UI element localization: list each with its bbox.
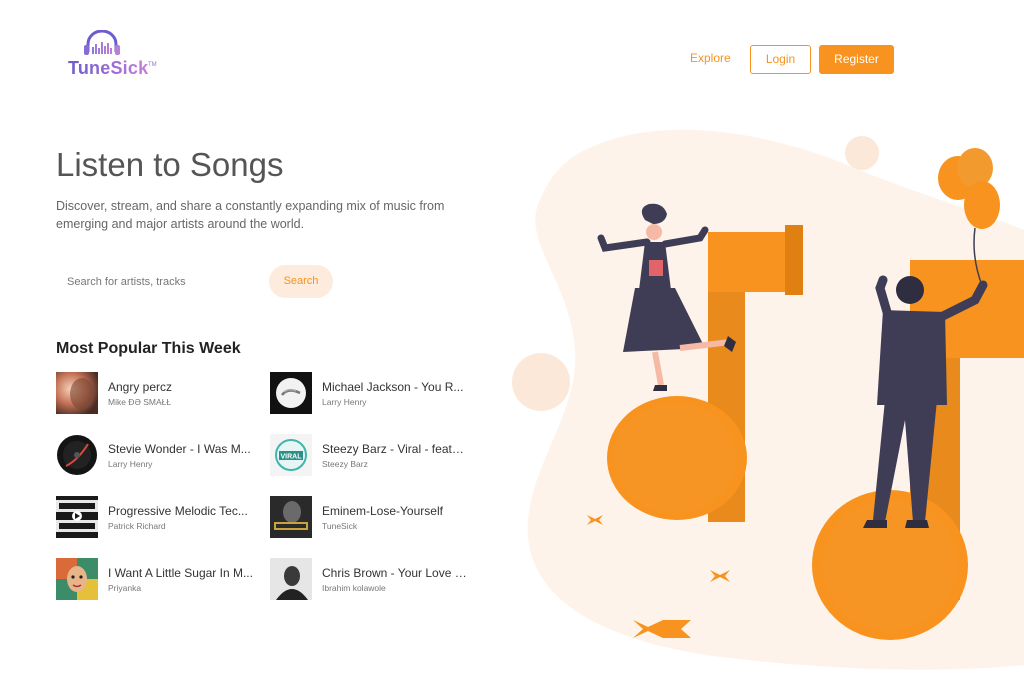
song-title: Steezy Barz - Viral - feat -... bbox=[322, 442, 467, 456]
explore-link[interactable]: Explore bbox=[690, 51, 731, 65]
decor-circle bbox=[845, 136, 879, 170]
song-item[interactable]: Stevie Wonder - I Was M... Larry Henry bbox=[56, 434, 256, 478]
popular-section-title: Most Popular This Week bbox=[56, 340, 241, 357]
song-thumbnail bbox=[56, 434, 98, 476]
hero-description: Discover, stream, and share a constantly… bbox=[56, 199, 445, 231]
song-thumbnail bbox=[56, 558, 98, 600]
song-artist: TuneSick bbox=[322, 521, 358, 531]
logo-text: TuneSick bbox=[68, 58, 149, 78]
song-title: Michael Jackson - You R... bbox=[322, 380, 464, 394]
song-item[interactable]: Progressive Melodic Tec... Patrick Richa… bbox=[56, 496, 256, 540]
song-thumbnail bbox=[56, 372, 98, 414]
song-item[interactable]: Michael Jackson - You R... Larry Henry bbox=[270, 372, 470, 416]
song-thumbnail: VIRAL bbox=[270, 434, 312, 476]
song-thumbnail bbox=[270, 558, 312, 600]
trademark-mark: TM bbox=[148, 62, 157, 68]
song-artist: Larry Henry bbox=[108, 459, 153, 469]
decor-circle bbox=[512, 353, 570, 411]
svg-text:VIRAL: VIRAL bbox=[281, 454, 303, 461]
song-item[interactable]: Eminem-Lose-Yourself TuneSick bbox=[270, 496, 470, 540]
song-thumbnail bbox=[270, 372, 312, 414]
song-title: Eminem-Lose-Yourself bbox=[322, 504, 443, 518]
hero-title: Listen to Songs bbox=[56, 146, 284, 183]
logo[interactable]: TuneSick TM bbox=[66, 29, 162, 84]
song-item[interactable]: Angry percz Mike ÐƏ SMAŁŁ bbox=[56, 372, 256, 416]
song-thumbnail bbox=[56, 496, 98, 538]
search-bar: Search bbox=[56, 265, 334, 298]
song-title: Angry percz bbox=[108, 380, 173, 394]
login-button[interactable]: Login bbox=[750, 45, 811, 74]
song-thumbnail bbox=[270, 496, 312, 538]
song-artist: Larry Henry bbox=[322, 397, 367, 407]
search-button[interactable]: Search bbox=[269, 265, 333, 298]
register-button[interactable]: Register bbox=[819, 45, 894, 74]
hero-illustration bbox=[505, 120, 1024, 682]
song-item[interactable]: I Want A Little Sugar In M... Priyanka bbox=[56, 558, 256, 602]
song-title: Stevie Wonder - I Was M... bbox=[108, 442, 251, 456]
song-artist: Mike ÐƏ SMAŁŁ bbox=[108, 397, 172, 407]
song-artist: Steezy Barz bbox=[322, 459, 368, 469]
headphones-logo-icon bbox=[84, 29, 120, 55]
song-artist: Priyanka bbox=[108, 583, 142, 593]
song-artist: Patrick Richard bbox=[108, 521, 166, 531]
song-title: Chris Brown - Your Love [... bbox=[322, 566, 467, 580]
search-input[interactable] bbox=[56, 265, 270, 298]
song-item[interactable]: Chris Brown - Your Love [... Ibrahim kol… bbox=[270, 558, 470, 602]
song-artist: Ibrahim kolawole bbox=[322, 583, 386, 593]
song-title: Progressive Melodic Tec... bbox=[108, 504, 248, 518]
song-item[interactable]: VIRAL Steezy Barz - Viral - feat -... St… bbox=[270, 434, 470, 478]
song-title: I Want A Little Sugar In M... bbox=[108, 566, 253, 580]
